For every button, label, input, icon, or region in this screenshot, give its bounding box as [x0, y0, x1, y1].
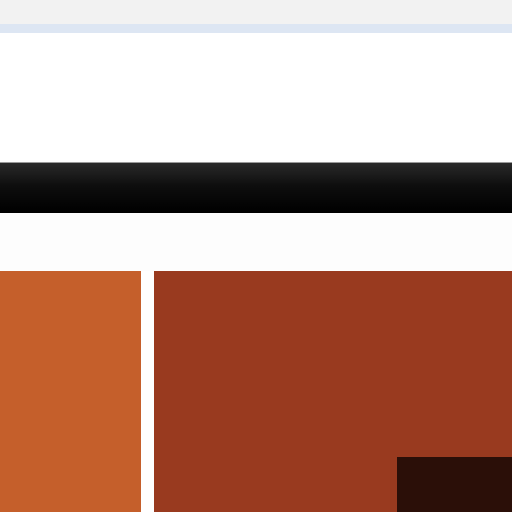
browser-toolbar — [0, 0, 512, 24]
dark-inner-tile[interactable] — [397, 457, 512, 512]
orange-tile[interactable] — [0, 271, 141, 512]
content-spacer — [0, 213, 512, 271]
page-header-area — [0, 33, 512, 162]
toolbar-accent-line — [0, 24, 512, 33]
navigation-bar[interactable] — [0, 162, 512, 213]
